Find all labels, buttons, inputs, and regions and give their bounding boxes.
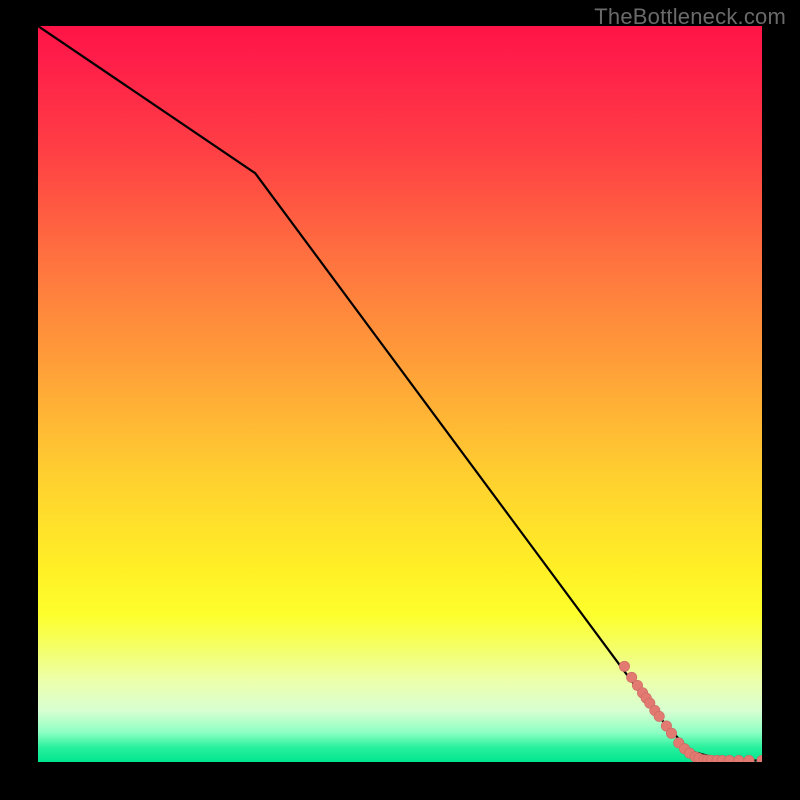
plot-area [38, 26, 762, 762]
data-marker [734, 755, 744, 762]
data-marker [654, 711, 664, 721]
chart-container: TheBottleneck.com [0, 0, 800, 800]
marker-group [619, 661, 762, 762]
watermark-text: TheBottleneck.com [594, 4, 786, 30]
chart-svg [38, 26, 762, 762]
curve-line [38, 26, 762, 761]
data-marker [666, 728, 676, 738]
data-marker [757, 755, 762, 762]
data-marker [724, 755, 734, 762]
data-marker [619, 661, 629, 671]
data-marker [744, 755, 754, 762]
